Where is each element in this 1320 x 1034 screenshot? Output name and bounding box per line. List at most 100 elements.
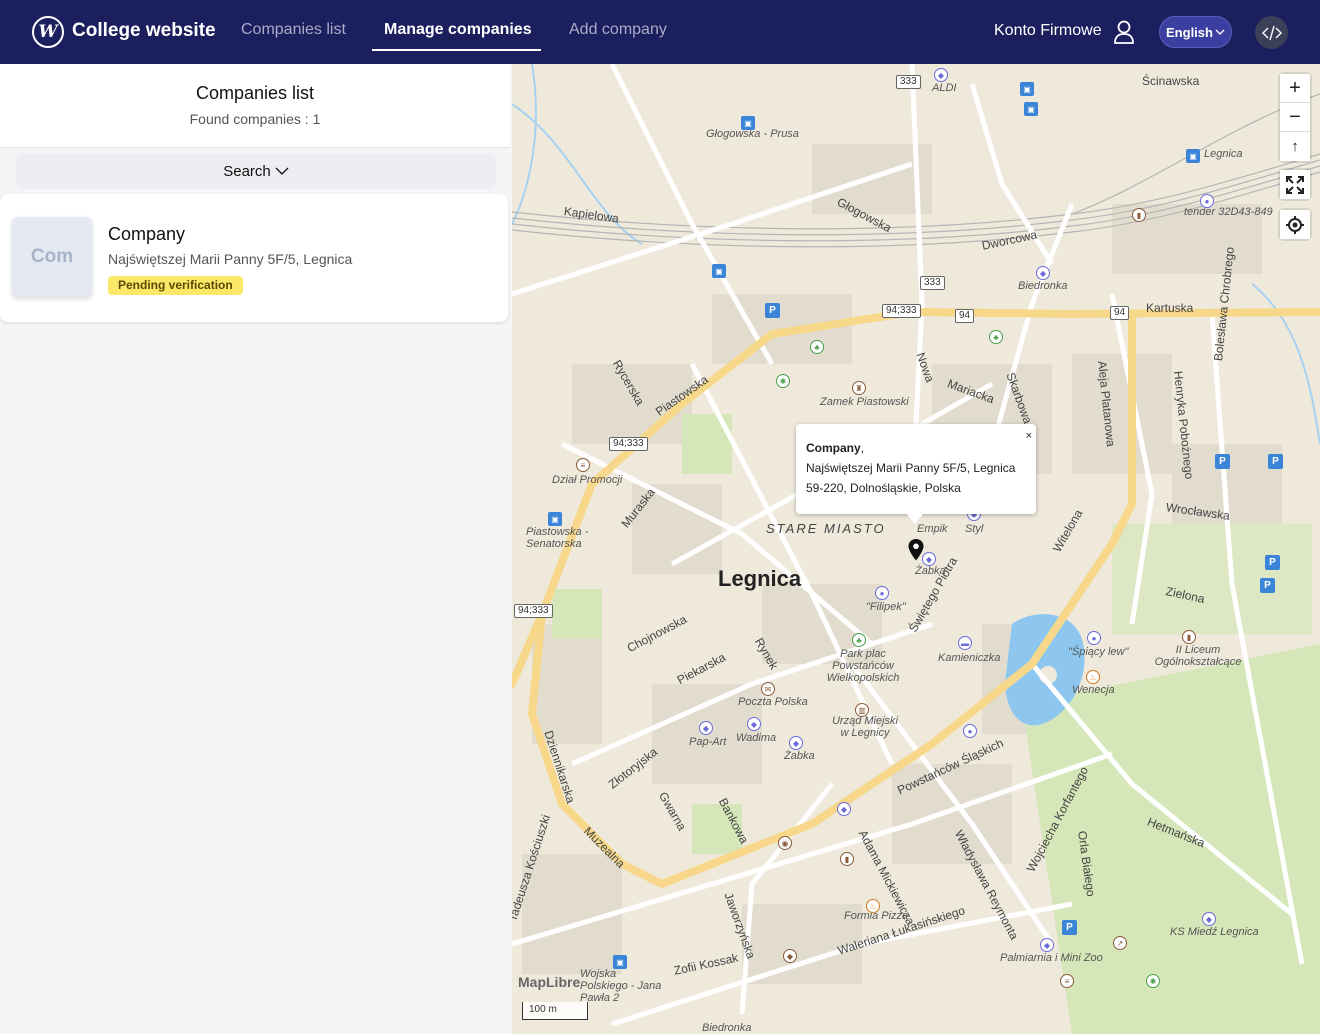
shop-icon[interactable]: ◆ [922, 552, 936, 566]
bus-stop-icon[interactable]: ▣ [1024, 102, 1038, 116]
bed-icon[interactable]: ▬ [958, 636, 972, 650]
list-title: Companies list [195, 83, 315, 103]
playground-icon[interactable]: ✱ [776, 374, 790, 388]
geolocate-control [1280, 210, 1310, 239]
nav-companies-list[interactable]: Companies list [241, 21, 346, 39]
place-label: Poczta Polska [738, 696, 808, 708]
bus-stop-icon[interactable]: ▣ [1020, 82, 1034, 96]
account-name[interactable]: Konto Firmowe [994, 22, 1102, 40]
camera-icon[interactable]: ● [1087, 631, 1101, 645]
info-icon[interactable]: ≡ [1060, 974, 1074, 988]
zoo-icon[interactable]: ◆ [1040, 938, 1054, 952]
street-label: Ścinawska [1142, 74, 1200, 88]
fullscreen-icon [1286, 175, 1304, 194]
place-label: Pap-Art [689, 736, 727, 748]
chevron-down-icon [275, 167, 289, 175]
nav-manage-companies[interactable]: Manage companies [384, 21, 532, 39]
parking-icon[interactable]: P [1268, 454, 1283, 469]
restaurant-icon[interactable]: ♨ [1086, 670, 1100, 684]
map-view[interactable]: Ścinawska Kapielowa Głogowska Dworcowa K… [512, 64, 1320, 1034]
clothes-icon[interactable]: ◆ [747, 717, 761, 731]
nav-add-company[interactable]: Add company [569, 21, 667, 39]
camera-icon[interactable]: ● [1200, 194, 1214, 208]
company-card[interactable]: Com Company Najświętszej Marii Panny 5F/… [0, 194, 508, 322]
compass-button[interactable]: ↑ [1280, 132, 1310, 161]
tree-icon[interactable]: ♣ [989, 330, 1003, 344]
place-label: Palmiarnia i Mini Zoo [1000, 952, 1103, 964]
route-icon[interactable]: ↗ [1113, 936, 1127, 950]
camera-icon[interactable]: ● [963, 724, 977, 738]
maplibre-logo[interactable]: MapLibre [518, 974, 580, 990]
tree-icon[interactable]: ♣ [810, 340, 824, 354]
code-toggle-button[interactable] [1255, 16, 1288, 49]
college-logo-icon[interactable]: W [32, 16, 64, 48]
place-label: Wadima [736, 732, 777, 744]
place-label: Dział Promocji [552, 474, 623, 486]
place-label: "Filipek" [866, 601, 906, 613]
fuel-icon[interactable]: ◉ [778, 836, 792, 850]
place-label: Legnica [1204, 148, 1243, 160]
stadium-icon[interactable]: ◆ [1202, 912, 1216, 926]
police-icon[interactable]: ▣ [712, 264, 726, 278]
location-marker-icon[interactable] [908, 539, 924, 561]
parking-icon[interactable]: P [765, 303, 780, 318]
school-icon[interactable]: ▮ [1182, 630, 1196, 644]
restaurant-icon[interactable]: ♨ [866, 899, 880, 913]
geolocate-button[interactable] [1280, 210, 1310, 239]
playground-icon[interactable]: ✱ [1146, 974, 1160, 988]
road-shield: 94 [955, 309, 975, 323]
user-icon[interactable] [1113, 20, 1135, 44]
company-address: Najświętszej Marii Panny 5F/5, Legnica [108, 251, 353, 267]
companies-panel: Companies list Found companies : 1 Searc… [0, 64, 512, 1034]
tree-icon[interactable]: ♣ [852, 633, 866, 647]
bus-stop-icon[interactable]: ▣ [548, 512, 562, 526]
place-label: Biedronka [702, 1022, 752, 1034]
shop-icon[interactable]: ◆ [699, 721, 713, 735]
shop-icon[interactable]: ◆ [934, 68, 948, 82]
post-office-icon[interactable]: ✉ [761, 682, 775, 696]
townhall-icon[interactable]: ▥ [855, 703, 869, 717]
place-label: Biedronka [1018, 280, 1068, 292]
company-thumbnail: Com [12, 217, 92, 297]
language-select[interactable]: English [1159, 16, 1232, 48]
castle-icon[interactable]: ♜ [852, 381, 866, 395]
shop-icon[interactable]: ◆ [1036, 266, 1050, 280]
zoom-controls: + − ↑ [1280, 74, 1310, 161]
parking-icon[interactable]: P [1062, 920, 1077, 935]
popup-close-button[interactable]: × [1026, 426, 1032, 446]
search-toggle-button[interactable]: Search [16, 153, 496, 189]
active-nav-indicator [372, 49, 541, 51]
crosshair-icon [1286, 215, 1304, 234]
bus-stop-icon[interactable]: ▣ [741, 116, 755, 130]
brand-title[interactable]: College website [72, 20, 216, 42]
shop-icon[interactable]: ◆ [837, 802, 851, 816]
chevron-down-icon [1215, 29, 1225, 35]
fullscreen-button[interactable] [1280, 170, 1310, 199]
bus-stop-icon[interactable]: ▣ [613, 955, 627, 969]
status-badge: Pending verification [108, 276, 243, 295]
shop-icon[interactable]: ◆ [783, 949, 797, 963]
info-icon[interactable]: ≡ [576, 458, 590, 472]
zoom-in-button[interactable]: + [1280, 74, 1310, 103]
code-icon [1261, 25, 1282, 40]
place-label: Piastowska - Senatorska [526, 526, 589, 550]
bus-stop-icon[interactable]: ▣ [1186, 149, 1200, 163]
road-shield: 333 [920, 276, 945, 290]
place-label: Wojska Polskiego - Jana Pawła 2 [580, 968, 662, 1004]
toilets-icon[interactable]: ▮ [1132, 208, 1146, 222]
place-label: "Śpiący lew" [1068, 646, 1129, 658]
place-label: II Liceum Ogólnokształcące [1154, 644, 1242, 668]
zoom-out-button[interactable]: − [1280, 103, 1310, 132]
parking-icon[interactable]: P [1215, 454, 1230, 469]
popup-address-line1: Najświętszej Marii Panny 5F/5, Legnica [806, 461, 1016, 475]
toilets-icon[interactable]: ▮ [840, 852, 854, 866]
place-label: Styl [965, 523, 984, 535]
shop-icon[interactable]: ◆ [789, 736, 803, 750]
camera-icon[interactable]: ● [875, 586, 889, 600]
road-shield: 94 [1110, 306, 1130, 320]
city-label: Legnica [718, 566, 802, 591]
road-shield: 94;333 [609, 437, 648, 451]
language-select-label: English [1166, 24, 1213, 40]
parking-icon[interactable]: P [1265, 555, 1280, 570]
parking-icon[interactable]: P [1260, 578, 1275, 593]
